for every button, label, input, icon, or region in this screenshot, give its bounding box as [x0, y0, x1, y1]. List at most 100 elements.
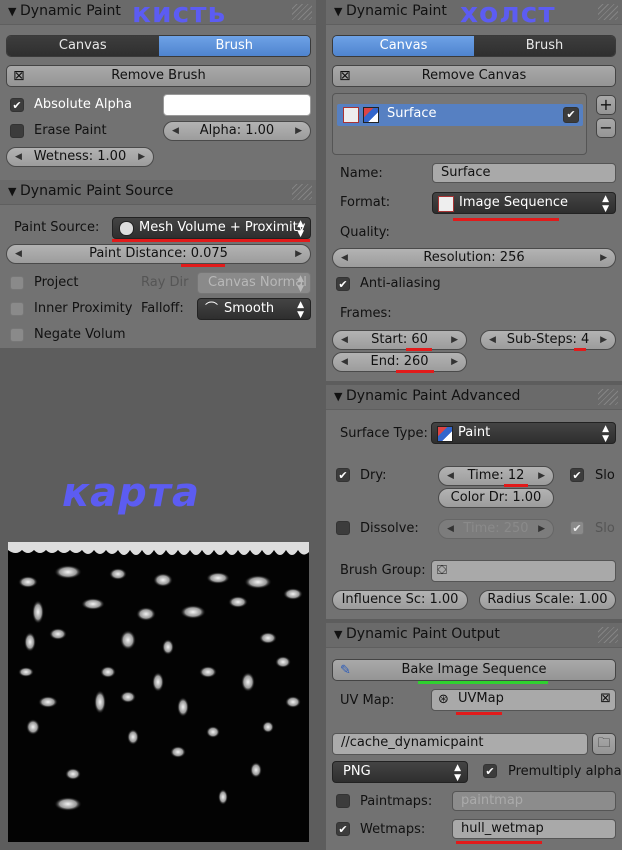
color-dry-slider[interactable]: Color Dr: 1.00 — [438, 488, 554, 508]
panel-title: Dynamic Paint Advanced — [346, 388, 521, 404]
remove-brush-button[interactable]: ⊠ Remove Brush — [6, 65, 311, 87]
color-dry-value: Color Dr: 1.00 — [450, 490, 542, 505]
sub-steps-value: Sub-Steps: 4 — [506, 332, 590, 347]
surface-name-value: Surface — [441, 165, 491, 180]
wetmaps-field[interactable]: hull_wetmap — [452, 819, 616, 839]
frame-start-slider[interactable]: ◀ Start: 60 ▶ — [332, 330, 467, 350]
absolute-alpha-label: Absolute Alpha — [34, 97, 132, 112]
collapse-triangle-icon[interactable]: ▼ — [334, 5, 342, 18]
group-icon: ⛋ — [437, 563, 447, 578]
resolution-slider[interactable]: ◀ Resolution: 256 ▶ — [332, 248, 616, 268]
premultiply-label: Premultiply alpha — [508, 764, 622, 779]
brush-group-field[interactable]: ⛋ — [431, 560, 616, 582]
drag-grip-icon[interactable] — [598, 4, 618, 20]
dry-time-value: Time: 12 — [467, 468, 525, 483]
bake-brush-icon: ✎ — [340, 663, 351, 678]
surface-item-label: Surface — [387, 106, 437, 121]
influence-scale-slider[interactable]: Influence Sc: 1.00 — [332, 590, 468, 610]
uv-map-value: UVMap — [458, 691, 504, 706]
erase-paint-checkbox[interactable] — [10, 124, 24, 138]
add-surface-button[interactable]: + — [596, 95, 616, 115]
sub-steps-slider[interactable]: ◀ Sub-Steps: 4 ▶ — [480, 330, 616, 350]
surface-enabled-checkbox[interactable]: ✔ — [563, 107, 579, 123]
ray-dir-dropdown[interactable]: Canvas Normal ▲ ▼ — [197, 272, 311, 294]
name-label: Name: — [340, 166, 383, 181]
dissolve-slow-checkbox[interactable]: ✔ — [570, 521, 584, 535]
frames-label: Frames: — [340, 306, 392, 321]
remove-x-icon: ⊠ — [13, 68, 25, 84]
drag-grip-icon[interactable] — [598, 389, 618, 405]
output-panel-header[interactable]: ▼ Dynamic Paint Output — [326, 623, 622, 648]
collapse-triangle-icon[interactable]: ▼ — [334, 628, 342, 641]
image-icon — [438, 196, 454, 212]
alpha-value: Alpha: 1.00 — [199, 123, 275, 138]
radius-scale-slider[interactable]: Radius Scale: 1.00 — [479, 590, 616, 610]
premultiply-checkbox[interactable]: ✔ — [483, 764, 497, 778]
surface-list: Surface ✔ — [332, 93, 587, 155]
canvas-brush-toggle: Canvas Brush — [332, 35, 616, 57]
negate-volume-checkbox[interactable] — [10, 328, 24, 342]
surface-list-item[interactable]: Surface ✔ — [337, 104, 583, 126]
surface-type-dropdown[interactable]: Paint ▲ ▼ — [431, 422, 616, 444]
cache-path-value: //cache_dynamicpaint — [341, 735, 484, 750]
paintmaps-checkbox[interactable] — [336, 794, 350, 808]
collapse-triangle-icon[interactable]: ▼ — [8, 5, 16, 18]
panel-title: Dynamic Paint Source — [20, 183, 174, 199]
folder-browse-button[interactable]: 🗀 — [592, 733, 616, 755]
dissolve-time-slider[interactable]: ◀ Time: 250 ▶ — [438, 519, 554, 539]
tab-brush[interactable]: Brush — [158, 36, 310, 56]
file-format-dropdown[interactable]: PNG ▲ ▼ — [332, 761, 468, 783]
drag-grip-icon[interactable] — [292, 184, 312, 200]
canvas-brush-toggle: Canvas Brush — [6, 35, 311, 57]
falloff-dropdown[interactable]: ⌒ Smooth ▲ ▼ — [197, 298, 311, 320]
remove-canvas-button[interactable]: ⊠ Remove Canvas — [332, 65, 616, 87]
inner-proximity-checkbox[interactable] — [10, 302, 24, 316]
wetmap-preview-image — [8, 542, 309, 842]
wetmap-drops — [8, 542, 309, 811]
erase-paint-label: Erase Paint — [34, 123, 107, 138]
paintmaps-field[interactable]: paintmap — [452, 791, 616, 811]
bake-image-sequence-button[interactable]: ✎ Bake Image Sequence — [332, 659, 616, 681]
alpha-slider[interactable]: ◀ Alpha: 1.00 ▶ — [163, 121, 311, 141]
remove-surface-button[interactable]: − — [596, 118, 616, 138]
surface-name-field[interactable]: Surface — [432, 163, 616, 183]
paint-source-dropdown[interactable]: Mesh Volume + Proximity ▲ ▼ — [112, 217, 311, 239]
paint-distance-slider[interactable]: ◀ Paint Distance: 0.075 ▶ — [6, 244, 311, 264]
collapse-triangle-icon[interactable]: ▼ — [334, 390, 342, 403]
uv-map-field[interactable]: ⊛ UVMap ⊠ — [431, 689, 616, 711]
paint-distance-value: Paint Distance: 0.075 — [89, 246, 228, 261]
drag-grip-icon[interactable] — [598, 627, 618, 643]
dry-time-slider[interactable]: ◀ Time: 12 ▶ — [438, 466, 554, 486]
frame-end-slider[interactable]: ◀ End: 260 ▶ — [332, 352, 467, 372]
ray-dir-value: Canvas Normal — [208, 275, 307, 290]
dissolve-checkbox[interactable] — [336, 521, 350, 535]
wetness-slider[interactable]: ◀ Wetness: 1.00 ▶ — [6, 147, 154, 167]
quality-label: Quality: — [340, 225, 390, 240]
inner-proximity-label: Inner Proximity — [34, 301, 133, 316]
dry-slow-checkbox[interactable]: ✔ — [570, 468, 584, 482]
absolute-alpha-checkbox[interactable]: ✔ — [10, 98, 24, 112]
paintmaps-label: Paintmaps: — [360, 794, 433, 809]
canvas-panel: ▼ Dynamic Paint холст Canvas Brush ⊠ Rem… — [326, 0, 622, 381]
radius-scale-value: Radius Scale: 1.00 — [487, 592, 608, 607]
collapse-triangle-icon[interactable]: ▼ — [8, 185, 16, 198]
dry-checkbox[interactable]: ✔ — [336, 468, 350, 482]
brush-color-swatch[interactable] — [163, 94, 311, 116]
drag-grip-icon[interactable] — [292, 4, 312, 20]
clear-x-icon[interactable]: ⊠ — [600, 690, 611, 708]
anti-aliasing-checkbox[interactable]: ✔ — [336, 277, 350, 291]
source-panel-header[interactable]: ▼ Dynamic Paint Source — [0, 180, 316, 205]
cache-path-field[interactable]: //cache_dynamicpaint — [332, 733, 588, 755]
project-checkbox[interactable] — [10, 276, 24, 290]
project-label: Project — [34, 275, 79, 290]
wetmaps-checkbox[interactable]: ✔ — [336, 822, 350, 836]
tab-canvas[interactable]: Canvas — [333, 36, 474, 56]
wetness-value: Wetness: 1.00 — [33, 149, 127, 164]
brush-panel: ▼ Dynamic Paint кисть Canvas Brush ⊠ Rem… — [0, 0, 316, 180]
remove-canvas-label: Remove Canvas — [421, 68, 527, 83]
tab-brush[interactable]: Brush — [474, 36, 615, 56]
advanced-panel-header[interactable]: ▼ Dynamic Paint Advanced — [326, 385, 622, 410]
format-dropdown[interactable]: Image Sequence ▲ ▼ — [432, 192, 616, 214]
tab-canvas[interactable]: Canvas — [7, 36, 159, 56]
frame-end-value: End: 260 — [370, 354, 429, 369]
